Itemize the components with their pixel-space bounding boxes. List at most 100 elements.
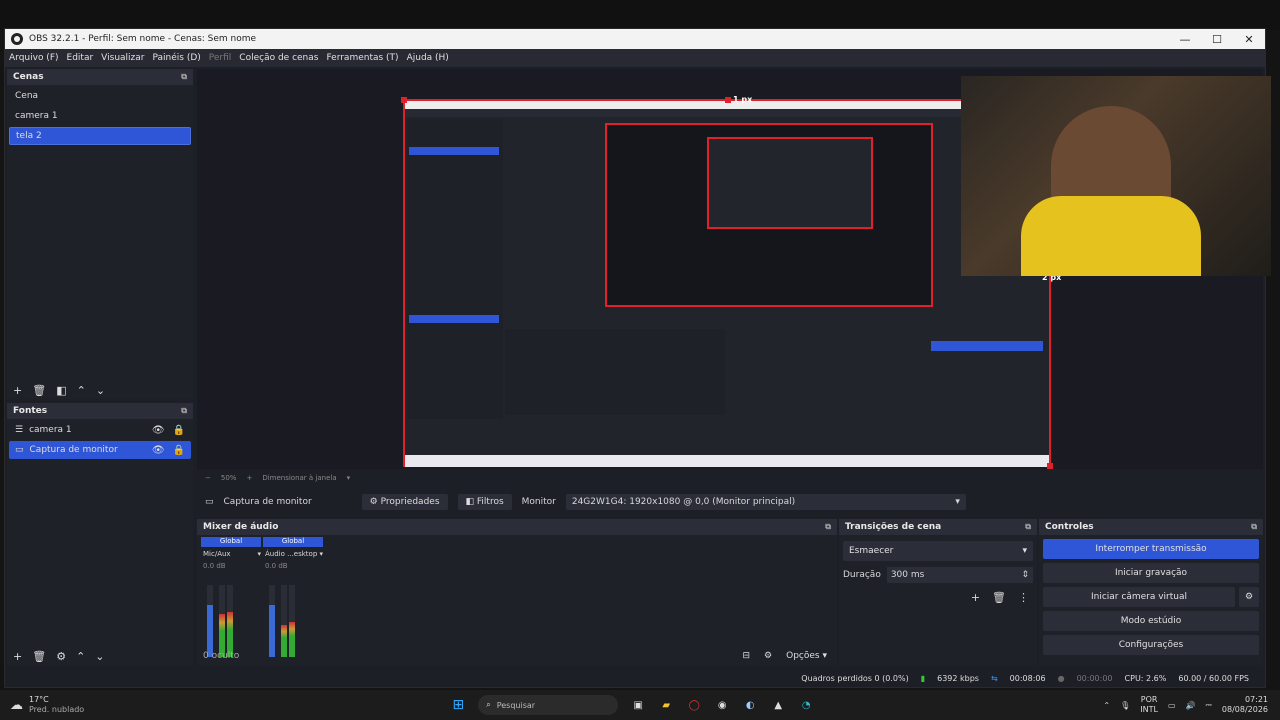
- screen-capture-source[interactable]: [403, 99, 1051, 467]
- nested-left-docks: [407, 119, 503, 419]
- zoom-out-icon[interactable]: −: [205, 474, 211, 482]
- menu-scene-collection[interactable]: Coleção de cenas: [239, 53, 318, 63]
- advanced-audio-icon[interactable]: ⚙: [764, 651, 772, 661]
- controls-header: Controles ⧉: [1039, 519, 1263, 535]
- scenes-header: Cenas ⧉: [7, 69, 193, 85]
- menu-view[interactable]: Visualizar: [101, 53, 144, 63]
- bitrate: 6392 kbps: [937, 673, 979, 683]
- menu-help[interactable]: Ajuda (H): [407, 53, 449, 63]
- chevron-up-icon[interactable]: ⌃: [1103, 701, 1110, 710]
- add-icon[interactable]: +: [13, 650, 22, 663]
- trash-icon[interactable]: 🗑: [992, 591, 1006, 604]
- gear-icon[interactable]: ⚙: [1239, 587, 1259, 607]
- scene-filter-icon[interactable]: ◧: [56, 384, 66, 397]
- dock-float-icon[interactable]: ⧉: [181, 72, 187, 82]
- volume-icon[interactable]: 🔊: [1186, 701, 1196, 710]
- source-item-captura-de-monitor[interactable]: ▭ Captura de monitor 👁 🔒: [9, 441, 191, 459]
- taskbar-search[interactable]: ⌕ Pesquisar: [478, 695, 619, 715]
- close-button[interactable]: ✕: [1233, 33, 1265, 46]
- channel-name-select[interactable]: Mic/Aux ▾: [201, 550, 261, 558]
- windows-taskbar: ☁ 17°C Pred. nublado ⊞ ⌕ Pesquisar ▣ ▰ ◯…: [0, 690, 1280, 720]
- weather-widget[interactable]: ☁ 17°C Pred. nublado: [10, 695, 84, 715]
- webcam-source[interactable]: [961, 76, 1271, 276]
- clock[interactable]: 07:21 08/08/2026: [1222, 695, 1268, 715]
- chevron-down-icon: ▾: [1022, 546, 1027, 556]
- move-up-icon[interactable]: ⌃: [77, 384, 86, 397]
- scene-item-cena[interactable]: Cena: [9, 87, 191, 105]
- edge-icon[interactable]: ◔: [797, 696, 815, 714]
- start-recording-button[interactable]: Iniciar gravação: [1043, 563, 1259, 583]
- sources-panel: Fontes ⧉ ☰ camera 1 👁 🔒 ▭ Captura de mon…: [7, 403, 193, 665]
- move-down-icon[interactable]: ⌄: [96, 384, 105, 397]
- nested-stop-button: [931, 341, 1043, 351]
- search-placeholder: Pesquisar: [496, 700, 536, 710]
- scene-item-tela-2[interactable]: tela 2: [9, 127, 191, 145]
- minimize-button[interactable]: —: [1169, 33, 1201, 46]
- obs-window: OBS 32.2.1 - Perfil: Sem nome - Cenas: S…: [4, 28, 1271, 688]
- studio-mode-button[interactable]: Modo estúdio: [1043, 611, 1259, 631]
- scene-item-camera-1[interactable]: camera 1: [9, 107, 191, 125]
- filters-button[interactable]: ◧ Filtros: [457, 494, 512, 510]
- network-icon[interactable]: ⎓: [1206, 700, 1212, 710]
- eye-icon[interactable]: 👁: [152, 425, 165, 436]
- more-icon[interactable]: ⋮: [1018, 591, 1029, 604]
- lock-icon[interactable]: 🔒: [173, 425, 185, 436]
- signal-icon: ▮: [920, 673, 926, 683]
- language-indicator[interactable]: POR INTL: [1140, 695, 1158, 715]
- weather-desc: Pred. nublado: [29, 705, 85, 714]
- obs-icon[interactable]: ◉: [713, 696, 731, 714]
- move-up-icon[interactable]: ⌃: [76, 650, 85, 663]
- task-view-icon[interactable]: ▣: [629, 696, 647, 714]
- channel-name: Áudio ...esktop: [265, 550, 318, 558]
- display-icon[interactable]: ▭: [1168, 701, 1176, 710]
- opera-icon[interactable]: ◯: [685, 696, 703, 714]
- add-icon[interactable]: +: [13, 384, 22, 397]
- dock-float-icon[interactable]: ⧉: [825, 522, 831, 532]
- menu-tools[interactable]: Ferramentas (T): [326, 53, 398, 63]
- sources-toolbar: + 🗑 ⚙ ⌃ ⌄: [7, 647, 193, 665]
- start-virtual-cam-button[interactable]: Iniciar câmera virtual: [1043, 587, 1235, 607]
- dock-float-icon[interactable]: ⧉: [1025, 522, 1031, 532]
- maximize-button[interactable]: ☐: [1201, 33, 1233, 46]
- monitor-select[interactable]: 24G2W1G4: 1920x1080 @ 0,0 (Monitor princ…: [565, 494, 966, 510]
- steam-icon[interactable]: ◐: [741, 696, 759, 714]
- windows-start-icon[interactable]: ⊞: [449, 696, 467, 714]
- dock-float-icon[interactable]: ⧉: [181, 406, 187, 416]
- eye-icon[interactable]: 👁: [152, 445, 165, 456]
- mixer-toolbar: 0 oculto ⊟ ⚙ Opções ▾: [197, 647, 837, 665]
- channel-name: Mic/Aux: [203, 550, 231, 558]
- menu-edit[interactable]: Editar: [67, 53, 94, 63]
- menu-profile[interactable]: Perfil: [209, 53, 232, 63]
- stop-stream-button[interactable]: Interromper transmissão: [1043, 539, 1259, 559]
- properties-button[interactable]: ⚙ Propriedades: [361, 494, 448, 510]
- microphone-icon[interactable]: 🎙: [1120, 701, 1130, 710]
- trash-icon[interactable]: 🗑: [32, 650, 46, 663]
- file-explorer-icon[interactable]: ▰: [657, 696, 675, 714]
- duration-spinbox[interactable]: 300 ms ⇕: [886, 567, 1033, 583]
- source-label: camera 1: [29, 425, 72, 435]
- menu-docks[interactable]: Painéis (D): [152, 53, 200, 63]
- move-down-icon[interactable]: ⌄: [95, 650, 104, 663]
- gear-icon[interactable]: ⚙: [56, 650, 66, 663]
- add-icon[interactable]: +: [971, 591, 980, 604]
- capcut-icon[interactable]: ▲: [769, 696, 787, 714]
- settings-button[interactable]: Configurações: [1043, 635, 1259, 655]
- scale-mode-select[interactable]: Dimensionar à janela: [262, 474, 336, 482]
- hidden-count: 0 oculto: [203, 651, 240, 661]
- lock-icon[interactable]: 🔒: [173, 445, 185, 456]
- dock-float-icon[interactable]: ⧉: [1251, 522, 1257, 532]
- layout-icon[interactable]: ⊟: [743, 651, 751, 661]
- mixer-channel-desktop: Global Áudio ...esktop ▾ 0.0 dB: [263, 537, 323, 659]
- channel-name-select[interactable]: Áudio ...esktop ▾: [263, 550, 323, 558]
- zoom-in-icon[interactable]: +: [246, 474, 252, 482]
- menu-file[interactable]: Arquivo (F): [9, 53, 59, 63]
- options-button[interactable]: Opções ▾: [786, 651, 827, 661]
- spin-icon[interactable]: ⇕: [1021, 570, 1029, 580]
- trash-icon[interactable]: 🗑: [32, 384, 46, 397]
- source-item-camera-1[interactable]: ☰ camera 1 👁 🔒: [9, 421, 191, 439]
- chevron-down-icon[interactable]: ▾: [347, 474, 351, 482]
- transition-select[interactable]: Esmaecer ▾: [843, 541, 1033, 561]
- sources-header: Fontes ⧉: [7, 403, 193, 419]
- transitions-title: Transições de cena: [845, 522, 942, 532]
- resize-handle: [1047, 463, 1053, 469]
